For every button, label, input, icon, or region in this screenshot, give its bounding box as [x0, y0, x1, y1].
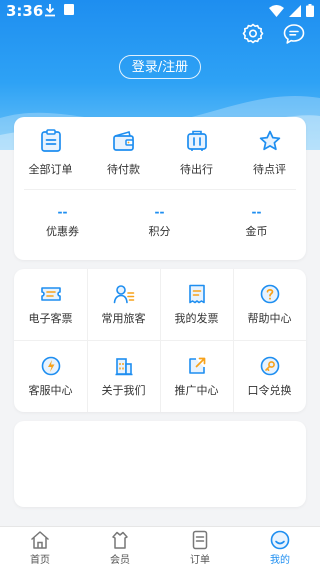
profile-icon [270, 530, 290, 550]
share-icon [188, 357, 205, 374]
order-pending-travel-label: 待出行 [180, 163, 213, 176]
gold-coins-value: -- [251, 205, 262, 219]
service-customer-service[interactable]: 客服中心 [14, 341, 87, 412]
service-icon [41, 356, 60, 376]
stat-coupons[interactable]: -- 优惠券 [14, 205, 111, 239]
orders-divider [24, 189, 296, 190]
clipboard-icon [40, 129, 61, 152]
order-pending-payment-label: 待付款 [107, 163, 140, 176]
order-all[interactable]: 全部订单 [14, 129, 87, 177]
blank-card [14, 421, 306, 507]
star-icon [259, 130, 280, 151]
points-value: -- [154, 205, 165, 219]
signal-icon [289, 4, 301, 17]
tab-home-label: 首页 [30, 555, 50, 566]
service-passengers[interactable]: 常用旅客 [87, 269, 160, 340]
status-time: 3:36 [6, 2, 44, 20]
order-pending-review-label: 待点评 [253, 163, 286, 176]
service-help-center[interactable]: 帮助中心 [233, 269, 306, 340]
message-icon[interactable] [282, 22, 306, 46]
coupons-value: -- [57, 205, 68, 219]
key-icon [260, 356, 279, 376]
service-e-ticket[interactable]: 电子客票 [14, 269, 87, 340]
service-e-ticket-label: 电子客票 [28, 312, 73, 325]
home-icon [31, 531, 49, 549]
order-all-label: 全部订单 [28, 163, 73, 176]
bottom-tab-bar: 首页 会员 订单 我的 [0, 526, 320, 568]
stat-points[interactable]: -- 积分 [111, 205, 208, 239]
tab-profile[interactable]: 我的 [240, 530, 320, 566]
service-code-redeem-label: 口令兑换 [247, 384, 292, 397]
invoice-icon [188, 284, 205, 304]
services-card: 电子客票 常用旅客 我的发票 帮助中心 客服中心 关于我们 推广中心 口令兑换 [14, 269, 306, 412]
status-indicators [269, 4, 314, 17]
passenger-icon [113, 285, 134, 304]
points-label: 积分 [148, 225, 171, 238]
service-invoice[interactable]: 我的发票 [160, 269, 233, 340]
service-promotion-center-label: 推广中心 [174, 384, 219, 397]
stat-gold-coins[interactable]: -- 金币 [208, 205, 305, 239]
battery-icon [306, 4, 314, 17]
order-pending-payment[interactable]: 待付款 [87, 129, 160, 177]
orders-icon [192, 530, 208, 550]
tab-profile-label: 我的 [270, 555, 290, 566]
service-about-us-label: 关于我们 [101, 384, 146, 397]
wallet-icon [112, 131, 134, 151]
service-passengers-label: 常用旅客 [101, 312, 146, 325]
service-code-redeem[interactable]: 口令兑换 [233, 341, 306, 412]
tab-orders[interactable]: 订单 [160, 530, 240, 566]
wifi-icon [269, 4, 284, 17]
tab-home[interactable]: 首页 [0, 530, 80, 566]
service-about-us[interactable]: 关于我们 [87, 341, 160, 412]
settings-gear-icon[interactable] [241, 22, 265, 46]
member-icon [112, 531, 128, 549]
service-customer-service-label: 客服中心 [28, 384, 73, 397]
service-help-center-label: 帮助中心 [247, 312, 292, 325]
ticket-icon [40, 287, 61, 301]
luggage-icon [186, 130, 207, 151]
login-register-button[interactable]: 登录/注册 [119, 55, 201, 79]
tab-member-label: 会员 [110, 555, 130, 566]
gold-coins-label: 金币 [245, 225, 268, 238]
status-bar: 3:36 [0, 0, 320, 22]
order-pending-review[interactable]: 待点评 [233, 129, 306, 177]
orders-card: 全部订单 待付款 待出行 待点评 -- 优惠券 -- 积分 -- 金币 [14, 117, 306, 260]
service-promotion-center[interactable]: 推广中心 [160, 341, 233, 412]
download-icon [45, 4, 55, 17]
coupons-label: 优惠券 [46, 225, 79, 238]
tab-orders-label: 订单 [190, 555, 210, 566]
app-notification-icon [64, 4, 74, 15]
tab-member[interactable]: 会员 [80, 530, 160, 566]
help-icon [260, 284, 279, 304]
order-pending-travel[interactable]: 待出行 [160, 129, 233, 177]
service-invoice-label: 我的发票 [174, 312, 219, 325]
building-icon [115, 358, 132, 376]
